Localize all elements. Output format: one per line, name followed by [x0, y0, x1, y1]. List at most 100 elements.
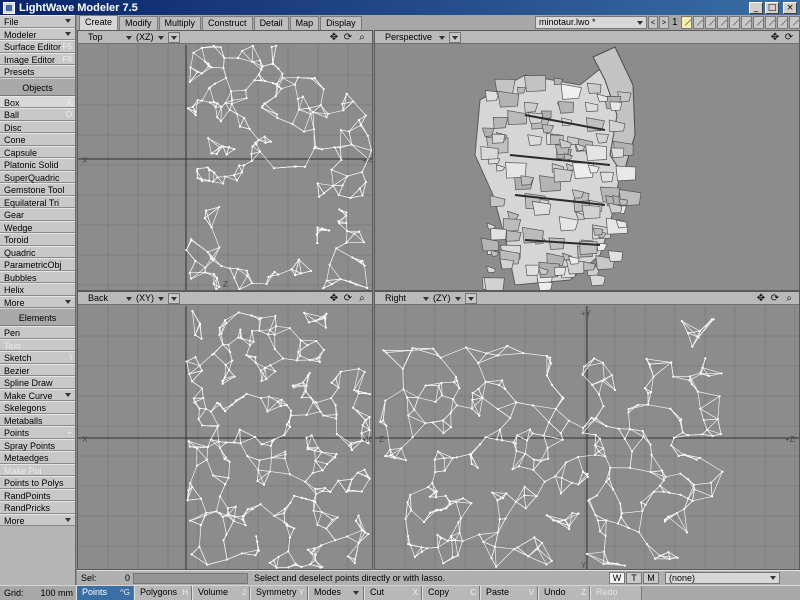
panel-surface-editor-button[interactable]: Surface Editor F5: [0, 40, 75, 53]
minimize-icon[interactable]: _: [749, 1, 763, 14]
layer-button[interactable]: [765, 16, 776, 29]
paste-button[interactable]: Paste V: [480, 586, 538, 600]
polygons-button[interactable]: Polygons H: [134, 586, 192, 600]
layer-button[interactable]: [705, 16, 716, 29]
element-randpoints-button[interactable]: RandPoints: [0, 488, 75, 501]
viewport-back-canvas[interactable]: X +X: [78, 306, 373, 570]
element-metaballs-button[interactable]: Metaballs: [0, 413, 75, 426]
undo-button[interactable]: Undo Z: [538, 586, 590, 600]
element-more-button[interactable]: More: [0, 513, 75, 526]
object-quadric-button[interactable]: Quadric: [0, 245, 75, 258]
zoom-icon[interactable]: ⌕: [783, 293, 795, 305]
object-wedge-button[interactable]: Wedge: [0, 220, 75, 233]
viewport-top[interactable]: Top (XZ) ✥ ⟳ ⌕ X +X Z: [77, 30, 373, 291]
element-pen-button[interactable]: Pen: [0, 326, 75, 339]
viewport-perspective[interactable]: Perspective ✥ ⟳: [374, 30, 800, 291]
element-metaedges-button[interactable]: Metaedges: [0, 451, 75, 464]
zoom-icon[interactable]: ⌕: [356, 32, 368, 44]
layer-button[interactable]: [741, 16, 752, 29]
move-view-icon[interactable]: ✥: [755, 293, 767, 305]
move-view-icon[interactable]: ✥: [328, 32, 340, 44]
tab-create[interactable]: Create: [79, 15, 119, 30]
surface-selector[interactable]: (none): [665, 572, 780, 584]
element-spray-points-button[interactable]: Spray Points: [0, 438, 75, 451]
viewport-perspective-label[interactable]: Perspective: [375, 32, 445, 42]
layer-button[interactable]: [693, 16, 704, 29]
panel-image-editor-button[interactable]: Image Editor F6: [0, 52, 75, 65]
object-selector[interactable]: minotaur.lwo *: [535, 16, 647, 29]
viewport-back-label[interactable]: Back: [78, 293, 132, 303]
wtm-w-button[interactable]: W: [609, 572, 625, 584]
modes-button[interactable]: Modes: [308, 586, 364, 600]
layer-button[interactable]: [753, 16, 764, 29]
object-superquadric-button[interactable]: SuperQuadric: [0, 170, 75, 183]
viewport-top-mode[interactable]: (XZ): [136, 32, 164, 42]
points-button[interactable]: Points ^G: [76, 586, 134, 600]
element-randpricks-button[interactable]: RandPricks: [0, 501, 75, 514]
element-bezier-button[interactable]: Bezier: [0, 363, 75, 376]
panel-presets-button[interactable]: Presets: [0, 65, 75, 78]
element-make-curve-button[interactable]: Make Curve: [0, 388, 75, 401]
object-platonic-solid-button[interactable]: Platonic Solid: [0, 158, 75, 171]
panel-file-button[interactable]: File: [0, 15, 75, 28]
volume-button[interactable]: Volume J: [192, 586, 250, 600]
tab-display[interactable]: Display: [320, 16, 362, 30]
object-more-button[interactable]: More: [0, 295, 75, 308]
cut-button[interactable]: Cut X: [364, 586, 422, 600]
viewport-right[interactable]: Right (ZY) ✥ ⟳ ⌕ Z +Z +Y Y: [374, 291, 800, 570]
object-parametricobj-button[interactable]: ParametricObj: [0, 258, 75, 271]
rotate-view-icon[interactable]: ⟳: [769, 293, 781, 305]
tab-multiply[interactable]: Multiply: [158, 16, 202, 30]
object-gemstone-tool-button[interactable]: Gemstone Tool: [0, 183, 75, 196]
maximize-icon[interactable]: □: [765, 1, 779, 14]
viewport-perspective-display-dropdown[interactable]: [449, 31, 461, 43]
tab-modify[interactable]: Modify: [119, 16, 158, 30]
viewport-top-display-dropdown[interactable]: [168, 31, 180, 43]
viewport-back-mode[interactable]: (XY): [136, 293, 164, 303]
move-view-icon[interactable]: ✥: [328, 293, 340, 305]
element-sketch-button[interactable]: Sketch \: [0, 351, 75, 364]
layer-button[interactable]: [789, 16, 800, 29]
tab-construct[interactable]: Construct: [202, 16, 253, 30]
viewport-right-mode[interactable]: (ZY): [433, 293, 461, 303]
layer-button[interactable]: [777, 16, 788, 29]
object-capsule-button[interactable]: Capsule: [0, 145, 75, 158]
object-equilateral-tri-button[interactable]: Equilateral Tri: [0, 195, 75, 208]
panel-modeler-button[interactable]: Modeler: [0, 27, 75, 40]
move-view-icon[interactable]: ✥: [769, 32, 781, 44]
viewport-top-label[interactable]: Top: [78, 32, 132, 42]
object-disc-button[interactable]: Disc: [0, 120, 75, 133]
zoom-icon[interactable]: ⌕: [356, 293, 368, 305]
prev-object-button[interactable]: <: [648, 16, 658, 29]
viewport-back-display-dropdown[interactable]: [168, 292, 180, 304]
layer-button[interactable]: [681, 16, 692, 29]
next-object-button[interactable]: >: [659, 16, 669, 29]
element-spline-draw-button[interactable]: Spline Draw: [0, 376, 75, 389]
object-gear-button[interactable]: Gear: [0, 208, 75, 221]
viewport-right-canvas[interactable]: Z +Z +Y Y: [375, 306, 800, 570]
tab-map[interactable]: Map: [289, 16, 320, 30]
object-cone-button[interactable]: Cone: [0, 133, 75, 146]
viewport-perspective-canvas[interactable]: [375, 45, 800, 291]
wtm-t-button[interactable]: T: [626, 572, 642, 584]
object-ball-button[interactable]: Ball O: [0, 108, 75, 121]
object-helix-button[interactable]: Helix: [0, 283, 75, 296]
object-box-button[interactable]: Box X: [0, 95, 75, 108]
element-skelegons-button[interactable]: Skelegons: [0, 401, 75, 414]
viewport-right-label[interactable]: Right: [375, 293, 429, 303]
copy-button[interactable]: Copy C: [422, 586, 480, 600]
object-bubbles-button[interactable]: Bubbles: [0, 270, 75, 283]
symmetry-button[interactable]: Symmetry Y: [250, 586, 308, 600]
layer-button[interactable]: [729, 16, 740, 29]
object-toroid-button[interactable]: Toroid: [0, 233, 75, 246]
close-icon[interactable]: ×: [783, 1, 797, 14]
wtm-m-button[interactable]: M: [643, 572, 659, 584]
viewport-top-canvas[interactable]: X +X Z: [78, 45, 373, 291]
rotate-view-icon[interactable]: ⟳: [783, 32, 795, 44]
viewport-back[interactable]: Back (XY) ✥ ⟳ ⌕ X +X: [77, 291, 373, 570]
layer-button[interactable]: [717, 16, 728, 29]
tab-detail[interactable]: Detail: [253, 16, 289, 30]
element-points-to-polys-button[interactable]: Points to Polys: [0, 476, 75, 489]
rotate-view-icon[interactable]: ⟳: [342, 32, 354, 44]
element-points-button[interactable]: Points +: [0, 426, 75, 439]
